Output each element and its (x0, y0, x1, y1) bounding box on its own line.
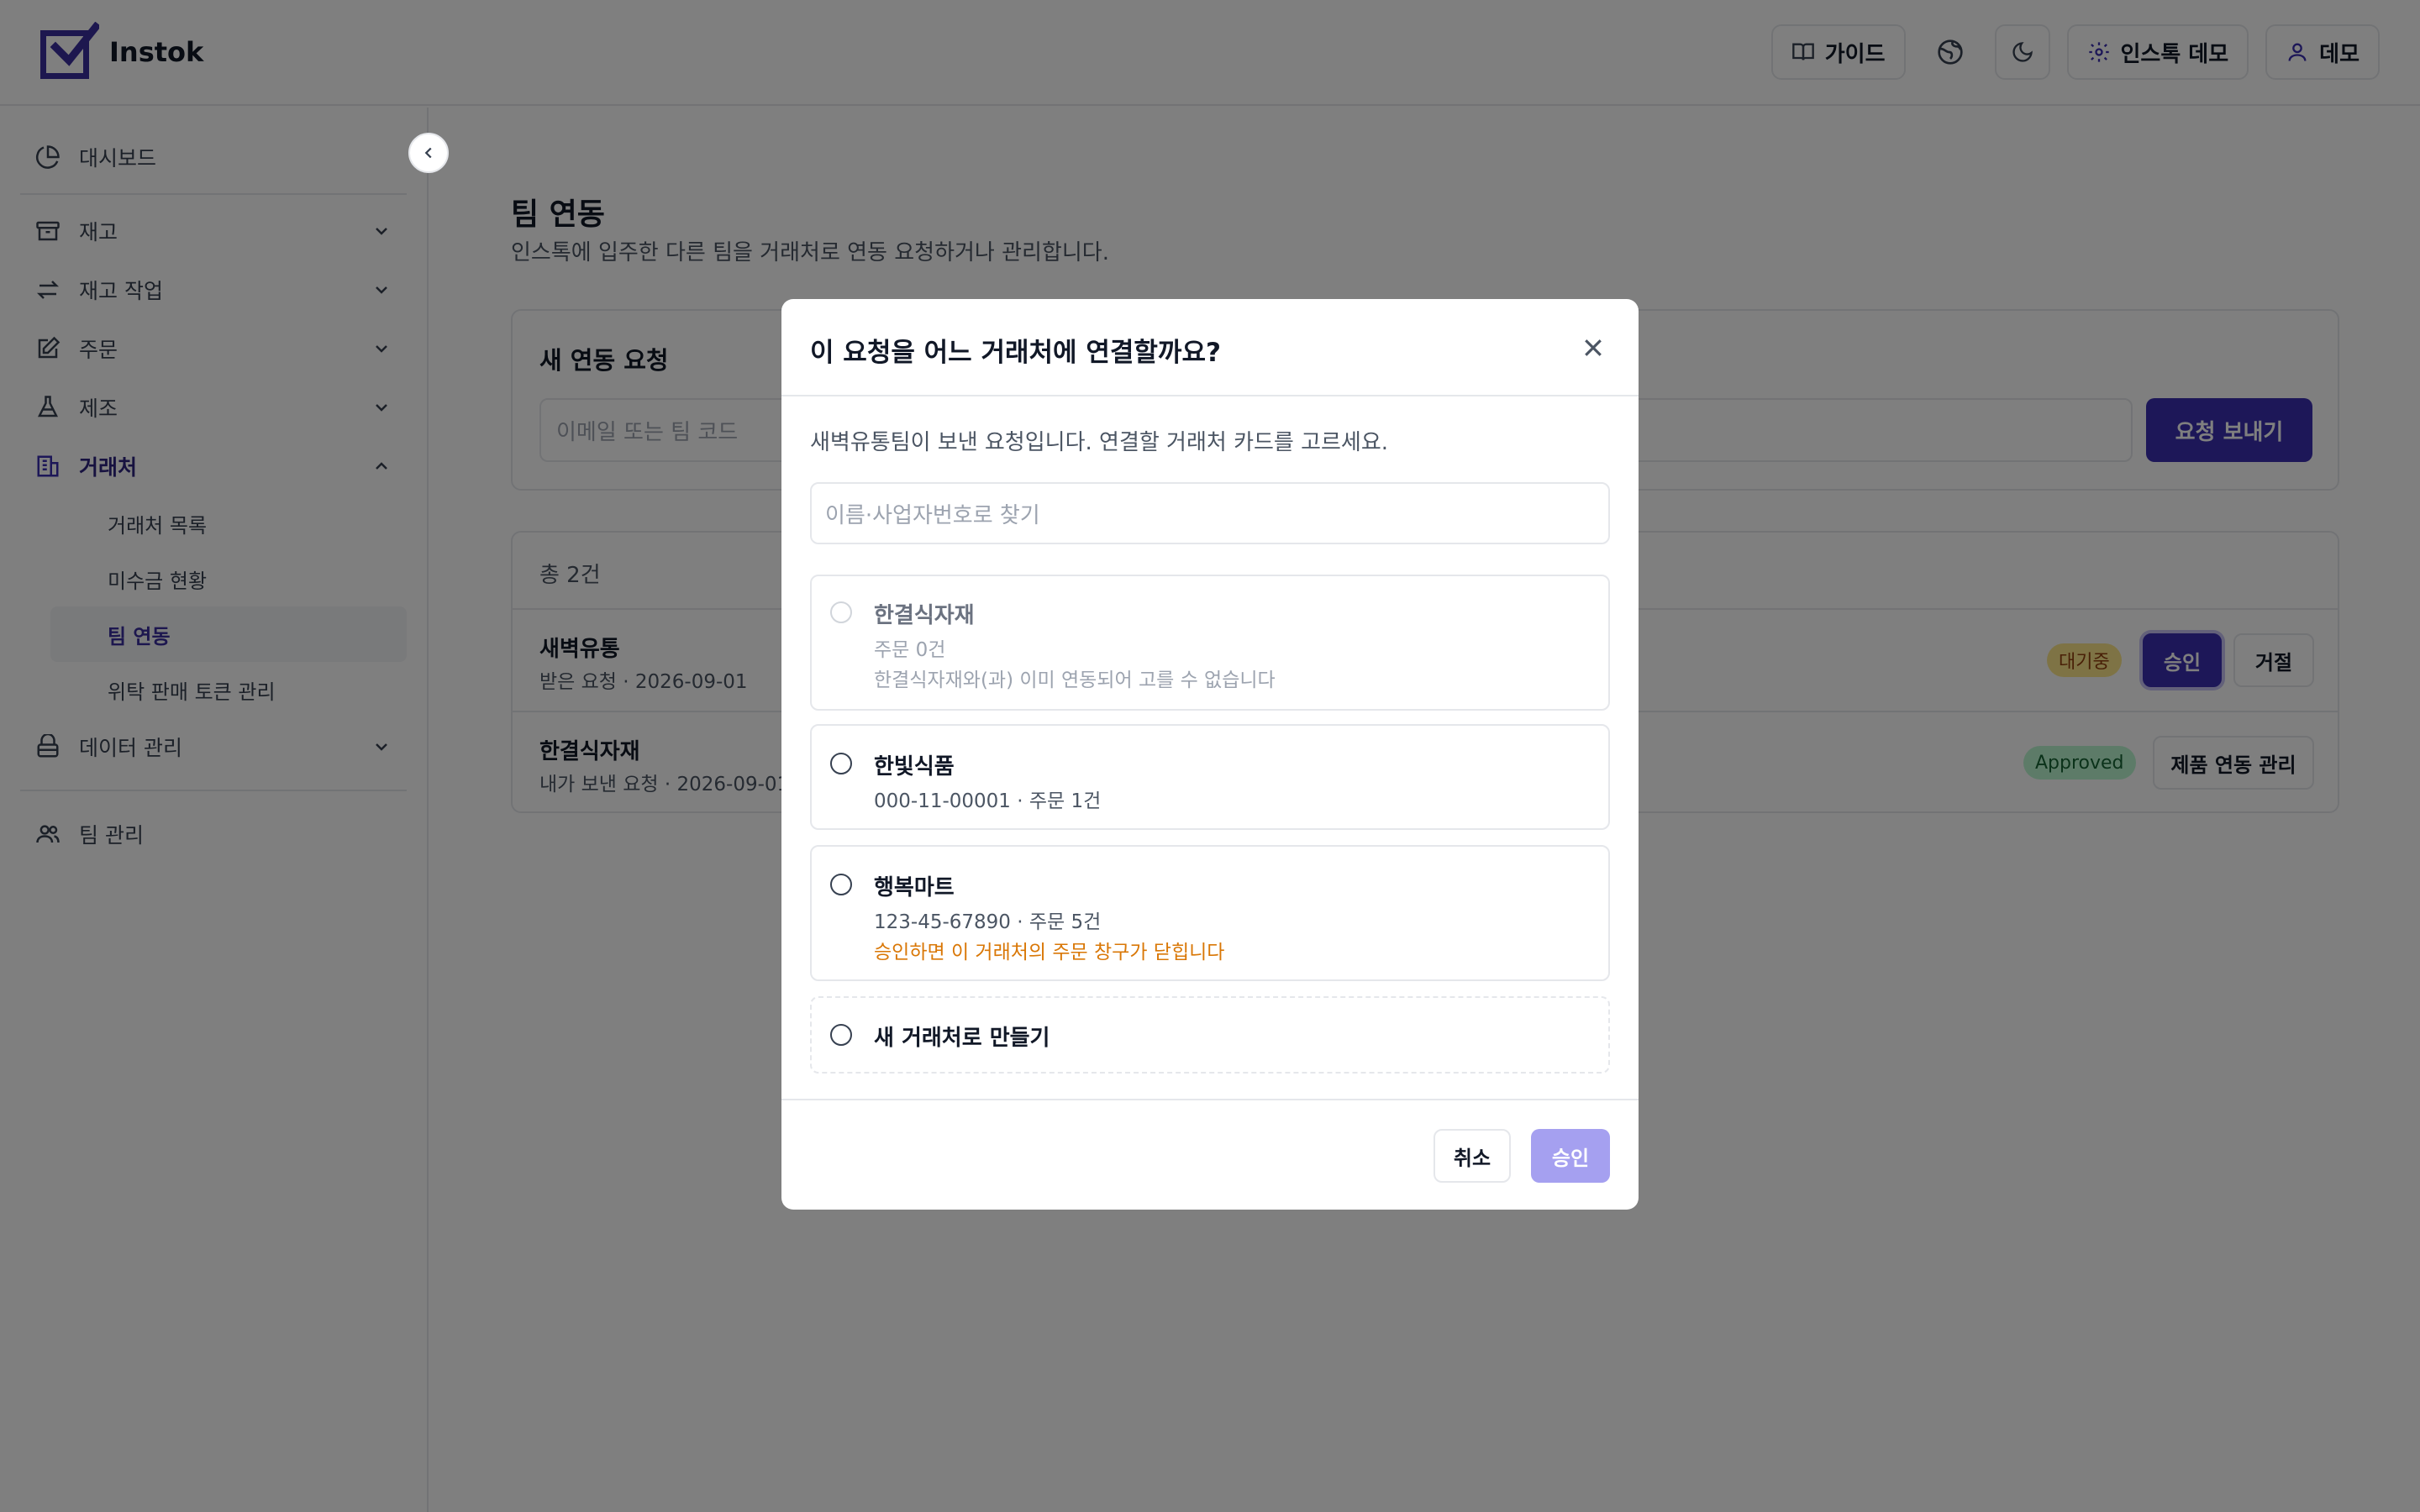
radio-button[interactable] (830, 874, 852, 895)
option-name: 새 거래처로 만들기 (874, 1026, 1050, 1051)
option-note: 한결식자재와(과) 이미 연동되어 고를 수 없습니다 (874, 669, 1276, 691)
partner-search-input[interactable]: 이름·사업자번호로 찾기 (810, 482, 1610, 544)
partner-option[interactable]: 한빛식품 000-11-00001 · 주문 1건 (810, 724, 1610, 830)
link-partner-dialog: 이 요청을 어느 거래처에 연결할까요? 새벽유통팀이 보낸 요청입니다. 연결… (781, 299, 1639, 1210)
option-name: 행복마트 (874, 875, 955, 900)
option-warning: 승인하면 이 거래처의 주문 창구가 닫힙니다 (874, 942, 1225, 963)
radio-button (830, 601, 852, 623)
cancel-button[interactable]: 취소 (1434, 1129, 1511, 1183)
create-new-partner-option[interactable]: 새 거래처로 만들기 (810, 996, 1610, 1074)
sidebar-collapse-button[interactable] (408, 133, 449, 173)
approve-button-disabled[interactable]: 승인 (1531, 1129, 1610, 1183)
dialog-footer: 취소 승인 (781, 1099, 1639, 1210)
option-meta: 000-11-00001 · 주문 1건 (874, 790, 1102, 812)
close-icon (1585, 339, 1602, 356)
dialog-title: 이 요청을 어느 거래처에 연결할까요? (810, 338, 1221, 368)
dialog-description: 새벽유통팀이 보낸 요청입니다. 연결할 거래처 카드를 고르세요. (810, 430, 1389, 455)
option-meta: 123-45-67890 · 주문 5건 (874, 911, 1102, 933)
option-name: 한결식자재 (874, 603, 975, 628)
partner-option[interactable]: 행복마트 123-45-67890 · 주문 5건 승인하면 이 거래처의 주문… (810, 845, 1610, 981)
dialog-header: 이 요청을 어느 거래처에 연결할까요? (781, 299, 1639, 396)
partner-option-disabled: 한결식자재 주문 0건 한결식자재와(과) 이미 연동되어 고를 수 없습니다 (810, 575, 1610, 711)
close-button[interactable] (1576, 331, 1610, 365)
radio-button[interactable] (830, 753, 852, 774)
option-meta: 주문 0건 (874, 639, 946, 661)
option-name: 한빛식품 (874, 754, 955, 780)
chevron-left-icon (424, 147, 432, 159)
radio-button[interactable] (830, 1024, 852, 1046)
